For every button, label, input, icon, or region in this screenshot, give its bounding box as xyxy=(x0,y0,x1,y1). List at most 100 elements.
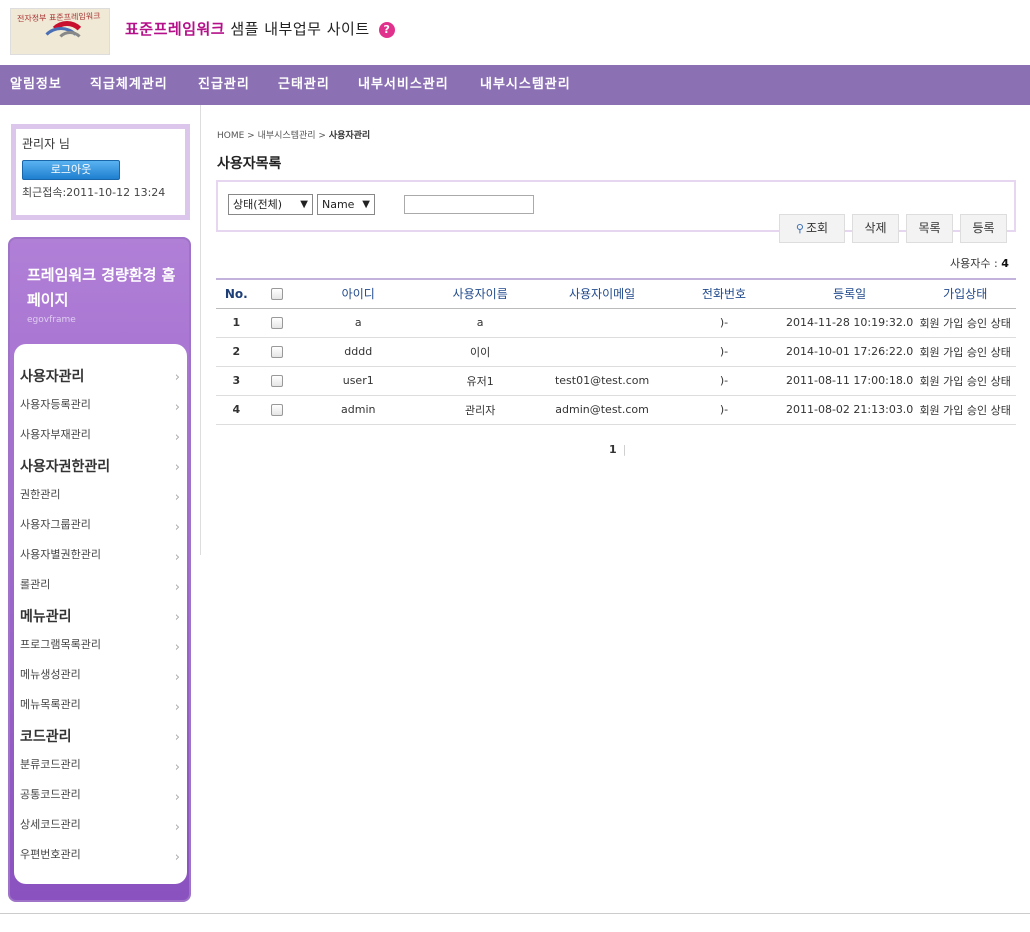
cell-status: 회원 가입 승인 상태 xyxy=(914,308,1016,338)
side-menu-group-heading[interactable]: 메뉴관리 › xyxy=(20,604,180,634)
user-table: No. 아이디 사용자이름 사용자이메일 전화번호 등록일 가입상태 1 a a)-… xyxy=(216,278,1016,425)
side-menu-item[interactable]: 프로그램목록관리 › xyxy=(20,634,180,664)
side-menu-label: 코드관리 xyxy=(20,729,72,745)
cell-status: 회원 가입 승인 상태 xyxy=(914,366,1016,396)
breadcrumb: HOME > 내부시스템관리 > 사용자관리 xyxy=(217,128,370,141)
cell-date: 2014-11-28 10:19:32.0 xyxy=(784,308,915,338)
select-all-checkbox[interactable] xyxy=(270,288,283,301)
search-field-select[interactable]: Name ▼ xyxy=(317,194,375,215)
side-menu-group-heading[interactable]: 사용자권한관리 › xyxy=(20,454,180,484)
side-menu-label: 사용자별권한관리 xyxy=(20,548,101,561)
column-divider xyxy=(200,105,201,555)
search-button-label: 조회 xyxy=(805,221,829,235)
cell-name[interactable]: 관리자 xyxy=(419,395,542,425)
table-row[interactable]: 2 dddd 이이)- 2014-10-01 17:26:22.0 회원 가입 승인 상… xyxy=(216,337,1016,367)
search-input[interactable] xyxy=(404,195,534,214)
user-count-value: 4 xyxy=(1001,257,1009,270)
col-email: 사용자이메일 xyxy=(541,278,664,309)
col-name: 사용자이름 xyxy=(419,278,542,309)
breadcrumb-home[interactable]: HOME xyxy=(217,131,244,141)
help-icon[interactable]: ? xyxy=(378,21,395,38)
breadcrumb-separator: > xyxy=(244,131,258,141)
side-menu-label: 사용자부재관리 xyxy=(20,428,91,441)
breadcrumb-section[interactable]: 내부시스템관리 xyxy=(258,131,316,141)
pagination: 1 | xyxy=(609,443,626,456)
side-menu-item[interactable]: 우편번호관리 › xyxy=(20,844,180,874)
table-row[interactable]: 3 user1 유저1 test01@test.com)- 2011-08-11 17:… xyxy=(216,366,1016,396)
col-status: 가입상태 xyxy=(914,278,1016,309)
chevron-right-icon: › xyxy=(174,400,180,415)
cell-phone: )- xyxy=(663,366,785,396)
col-id: 아이디 xyxy=(297,278,420,309)
breadcrumb-separator: > xyxy=(315,131,329,141)
chevron-right-icon: › xyxy=(174,430,180,445)
table-row[interactable]: 1 a a)- 2014-11-28 10:19:32.0 회원 가입 승인 상태 xyxy=(216,308,1016,338)
side-menu-item[interactable]: 공통코드관리 › xyxy=(20,784,180,814)
row-checkbox[interactable] xyxy=(270,317,283,329)
side-menu-item[interactable]: 사용자그룹관리 › xyxy=(20,514,180,544)
side-menu-item[interactable]: 분류코드관리 › xyxy=(20,754,180,784)
side-menu-item[interactable]: 사용자부재관리 › xyxy=(20,424,180,454)
side-menu-item[interactable]: 사용자등록관리 › xyxy=(20,394,180,424)
nav-item-promotion[interactable]: 진급관리 xyxy=(198,65,250,105)
status-select[interactable]: 상태(전체) ▼ xyxy=(228,194,313,215)
cell-email xyxy=(541,337,664,367)
chevron-right-icon: › xyxy=(174,820,180,835)
chevron-right-icon: › xyxy=(174,610,180,625)
site-logo[interactable]: 전자정부 표준프레임워크 xyxy=(10,8,110,55)
nav-item-attendance[interactable]: 근태관리 xyxy=(278,65,330,105)
side-menu-item[interactable]: 상세코드관리 › xyxy=(20,814,180,844)
side-menu-item[interactable]: 메뉴생성관리 › xyxy=(20,664,180,694)
list-button[interactable]: 목록 xyxy=(906,214,953,243)
header: 전자정부 표준프레임워크 표준프레임워크 샘플 내부업무 사이트 ? xyxy=(0,0,1030,65)
chevron-right-icon: › xyxy=(174,670,180,685)
table-row[interactable]: 4 admin 관리자 admin@test.com)- 2011-08-02 21:1… xyxy=(216,395,1016,425)
side-menu-item[interactable]: 메뉴목록관리 › xyxy=(20,694,180,724)
cell-status: 회원 가입 승인 상태 xyxy=(914,337,1016,367)
nav-item-internal-system[interactable]: 내부시스템관리 xyxy=(480,65,571,105)
cell-name[interactable]: 유저1 xyxy=(419,366,542,396)
breadcrumb-current: 사용자관리 xyxy=(328,131,371,141)
cell-id[interactable]: a xyxy=(297,308,420,338)
chevron-down-icon: ▼ xyxy=(300,199,308,210)
chevron-right-icon: › xyxy=(174,550,180,565)
side-menu-label: 분류코드관리 xyxy=(20,758,81,771)
cell-no: 1 xyxy=(216,308,257,338)
side-menu-group-heading[interactable]: 사용자관리 › xyxy=(20,364,180,394)
cell-checkbox xyxy=(256,308,298,338)
side-menu-item[interactable]: 권한관리 › xyxy=(20,484,180,514)
side-menu-list: 사용자관리 › 사용자등록관리 › 사용자부재관리 › 사용자권한관리 › 권한관리 › 사용자그룹… xyxy=(14,344,187,884)
cell-name[interactable]: a xyxy=(419,308,542,338)
nav-item-internal-service[interactable]: 내부서비스관리 xyxy=(358,65,449,105)
nav-item-rank-system[interactable]: 직급체계관리 xyxy=(90,65,168,105)
cell-date: 2011-08-11 17:00:18.0 xyxy=(784,366,915,396)
cell-id[interactable]: admin xyxy=(297,395,420,425)
cell-id[interactable]: dddd xyxy=(297,337,420,367)
logged-in-user: 관리자 님 xyxy=(22,137,70,151)
login-box: 관리자 님 로그아웃 최근접속:2011-10-12 13:24 xyxy=(11,124,190,220)
side-menu-item[interactable]: 사용자별권한관리 › xyxy=(20,544,180,574)
chevron-right-icon: › xyxy=(174,700,180,715)
side-menu-label: 롤관리 xyxy=(20,578,51,591)
page-1[interactable]: 1 xyxy=(609,443,617,456)
register-button[interactable]: 등록 xyxy=(960,214,1007,243)
row-checkbox[interactable] xyxy=(270,404,283,416)
logout-button[interactable]: 로그아웃 xyxy=(22,160,120,180)
delete-button[interactable]: 삭제 xyxy=(852,214,899,243)
row-checkbox[interactable] xyxy=(270,346,283,358)
chevron-right-icon: › xyxy=(174,580,180,595)
chevron-right-icon: › xyxy=(174,850,180,865)
site-title-rest: 샘플 내부업무 사이트 xyxy=(225,20,370,38)
cell-date: 2011-08-02 21:13:03.0 xyxy=(784,395,915,425)
search-button[interactable]: ⚲ 조회 xyxy=(779,214,845,243)
cell-email xyxy=(541,308,664,338)
side-menu-item[interactable]: 롤관리 › xyxy=(20,574,180,604)
cell-no: 2 xyxy=(216,337,257,367)
cell-checkbox xyxy=(256,395,298,425)
row-checkbox[interactable] xyxy=(270,375,283,387)
cell-id[interactable]: user1 xyxy=(297,366,420,396)
nav-item-notice[interactable]: 알림정보 xyxy=(10,65,62,105)
chevron-right-icon: › xyxy=(174,490,180,505)
side-menu-group-heading[interactable]: 코드관리 › xyxy=(20,724,180,754)
cell-name[interactable]: 이이 xyxy=(419,337,542,367)
